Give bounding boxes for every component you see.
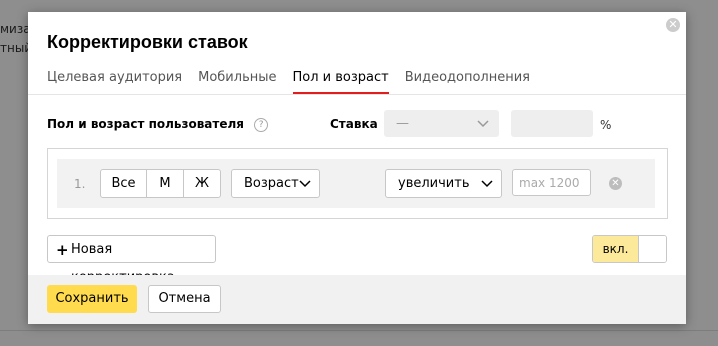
action-select-label: увеличить: [398, 176, 470, 191]
tab-mobile[interactable]: Мобильные: [198, 70, 276, 94]
age-select-button[interactable]: Возраст: [231, 169, 320, 198]
bid-select-value: —: [396, 116, 409, 131]
section-label-text: Пол и возраст пользователя: [47, 117, 244, 131]
enable-toggle[interactable]: вкл.: [592, 235, 667, 263]
dialog-title: Корректировки ставок: [47, 32, 248, 52]
rule-number: 1.: [74, 177, 86, 191]
bid-adjustments-dialog: ✕ Корректировки ставок Целевая аудитория…: [28, 12, 686, 324]
background-text: миза: [0, 22, 31, 36]
dialog-footer: Сохранить Отмена: [28, 275, 686, 324]
tab-bar: Целевая аудитория Мобильные Пол и возрас…: [47, 70, 530, 94]
gender-selector: Все М Ж: [100, 169, 221, 198]
tabs-divider: [28, 94, 686, 95]
cancel-button[interactable]: Отмена: [148, 285, 221, 313]
gender-female-button[interactable]: Ж: [184, 170, 220, 197]
chevron-down-icon: [477, 110, 489, 147]
gender-male-button[interactable]: М: [147, 170, 184, 197]
chevron-down-icon: [299, 170, 311, 207]
adjustment-rule: 1. Все М Ж Возраст увеличить max 1200 ✕: [57, 159, 655, 208]
tab-target-audience[interactable]: Целевая аудитория: [47, 70, 182, 94]
tab-gender-age[interactable]: Пол и возраст: [292, 70, 389, 94]
plus-icon: +: [56, 241, 69, 259]
max-value-input[interactable]: max 1200: [512, 169, 591, 196]
adjustment-rule-container: 1. Все М Ж Возраст увеличить max 1200 ✕: [47, 148, 668, 219]
bid-input[interactable]: [511, 110, 593, 137]
toggle-knob: [638, 236, 666, 262]
bid-label: Ставка: [330, 117, 378, 131]
section-label: Пол и возраст пользователя ?: [47, 117, 269, 132]
help-icon[interactable]: ?: [254, 117, 269, 132]
gender-all-button[interactable]: Все: [101, 170, 147, 197]
add-adjustment-button[interactable]: + Новая корректировка: [47, 235, 216, 285]
close-icon[interactable]: ✕: [609, 177, 622, 190]
action-select[interactable]: увеличить: [385, 169, 502, 198]
toggle-label: вкл.: [593, 236, 638, 262]
bid-select[interactable]: —: [384, 110, 499, 137]
percent-sign: %: [600, 118, 612, 132]
close-icon[interactable]: ✕: [666, 18, 680, 32]
age-select-label: Возраст: [244, 176, 299, 191]
chevron-down-icon: [481, 170, 493, 207]
background-divider: [0, 330, 718, 331]
save-button[interactable]: Сохранить: [47, 285, 137, 313]
tab-video-extensions[interactable]: Видеодополнения: [405, 70, 530, 94]
